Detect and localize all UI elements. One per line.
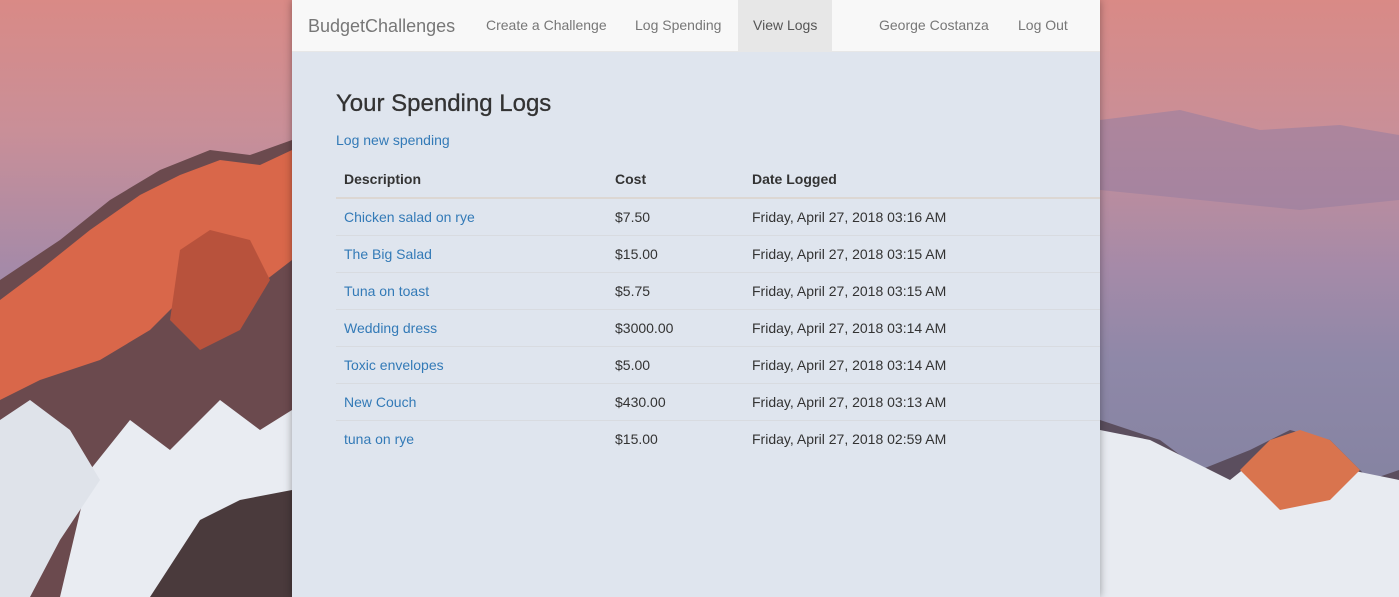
table-row: Wedding dress $3000.00 Friday, April 27,… xyxy=(336,308,1100,346)
log-description-link[interactable]: New Couch xyxy=(344,394,416,410)
cell-date: Friday, April 27, 2018 03:13 AM xyxy=(744,382,1100,420)
cell-date: Friday, April 27, 2018 03:14 AM xyxy=(744,345,1100,383)
spending-logs-table: Description Cost Date Logged Chicken sal… xyxy=(336,161,1100,457)
cell-date: Friday, April 27, 2018 03:15 AM xyxy=(744,234,1100,272)
nav-view-logs[interactable]: View Logs xyxy=(738,0,833,51)
cell-description: New Couch xyxy=(336,382,607,420)
cell-date: Friday, April 27, 2018 03:15 AM xyxy=(744,271,1100,309)
column-header-description: Description xyxy=(336,161,607,199)
table-row: Toxic envelopes $5.00 Friday, April 27, … xyxy=(336,345,1100,383)
nav-create-challenge[interactable]: Create a Challenge xyxy=(471,0,622,51)
cell-cost: $15.00 xyxy=(607,234,744,272)
log-description-link[interactable]: Toxic envelopes xyxy=(344,357,444,373)
cell-cost: $15.00 xyxy=(607,419,744,457)
brand-link[interactable]: BudgetChallenges xyxy=(308,16,455,37)
browser-page: BudgetChallenges Create a Challenge Log … xyxy=(292,0,1100,597)
cell-description: The Big Salad xyxy=(336,234,607,272)
nav-user-profile[interactable]: George Costanza xyxy=(864,0,1004,51)
column-header-cost: Cost xyxy=(607,161,744,199)
cell-cost: $7.50 xyxy=(615,208,651,225)
top-navbar: BudgetChallenges Create a Challenge Log … xyxy=(292,0,1100,52)
main-content: Your Spending Logs Log new spending Desc… xyxy=(336,90,1100,457)
table-header-row: Description Cost Date Logged xyxy=(336,161,1100,199)
log-description-link[interactable]: The Big Salad xyxy=(344,246,432,262)
nav-logout[interactable]: Log Out xyxy=(1003,0,1083,51)
table-row: New Couch $430.00 Friday, April 27, 2018… xyxy=(336,382,1100,420)
cell-description: Toxic envelopes xyxy=(336,345,607,383)
log-description-link[interactable]: tuna on rye xyxy=(344,431,414,447)
cell-description: Wedding dress xyxy=(336,308,607,346)
cell-description: Chicken salad on rye xyxy=(336,198,607,235)
log-new-spending-link[interactable]: Log new spending xyxy=(336,132,1100,148)
table-row: Chicken salad on rye $7.50 Friday, April… xyxy=(336,198,1100,235)
cell-cost: $5.00 xyxy=(607,345,744,383)
table-row: tuna on rye $15.00 Friday, April 27, 201… xyxy=(336,419,1100,457)
cell-cost: $5.75 xyxy=(607,271,744,309)
cell-description: Tuna on toast xyxy=(336,271,607,309)
log-description-link[interactable]: Chicken salad on rye xyxy=(344,209,475,225)
column-header-date: Date Logged xyxy=(744,161,1100,199)
cell-date: Friday, April 27, 2018 03:16 AM xyxy=(752,208,947,225)
cell-cost: $3000.00 xyxy=(607,308,744,346)
cell-description: tuna on rye xyxy=(336,419,607,457)
page-title: Your Spending Logs xyxy=(336,90,552,117)
log-description-link[interactable]: Tuna on toast xyxy=(344,283,429,299)
cell-date: Friday, April 27, 2018 03:14 AM xyxy=(744,308,1100,346)
log-description-link[interactable]: Wedding dress xyxy=(344,320,437,336)
cell-date: Friday, April 27, 2018 02:59 AM xyxy=(744,419,1100,457)
table-row: Tuna on toast $5.75 Friday, April 27, 20… xyxy=(336,271,1100,309)
nav-log-spending[interactable]: Log Spending xyxy=(620,0,736,51)
table-row: The Big Salad $15.00 Friday, April 27, 2… xyxy=(336,234,1100,272)
cell-cost: $430.00 xyxy=(607,382,744,420)
